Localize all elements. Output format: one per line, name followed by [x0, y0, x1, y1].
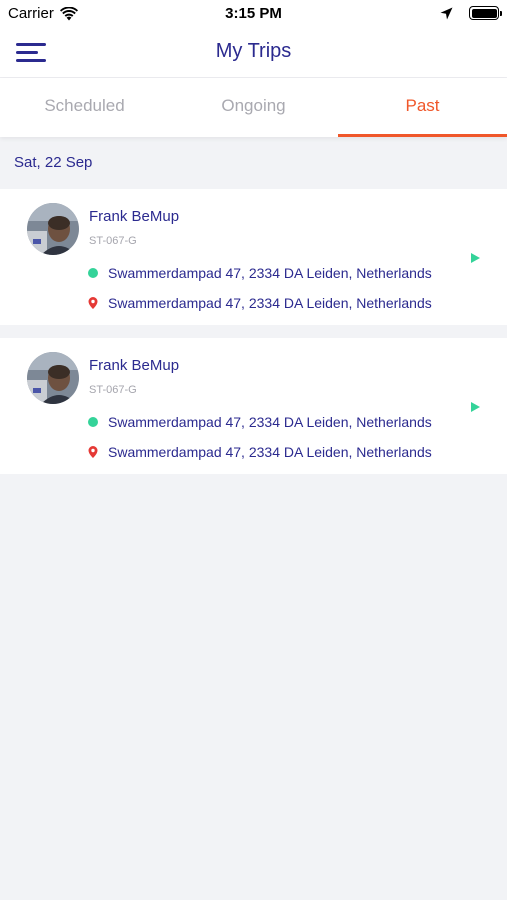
dropoff-address: Swammerdampad 47, 2334 DA Leiden, Nether… — [108, 295, 432, 311]
date-section-header: Sat, 22 Sep — [14, 154, 93, 171]
pickup-row: Swammerdampad 47, 2334 DA Leiden, Nether… — [88, 265, 432, 281]
tab-ongoing[interactable]: Ongoing — [169, 78, 338, 137]
battery-nub — [500, 11, 502, 16]
play-icon[interactable] — [471, 253, 480, 263]
battery-level — [471, 8, 497, 18]
license-plate: ST-067-G — [89, 384, 137, 396]
status-right-group — [440, 6, 502, 20]
trip-card[interactable]: Frank BeMup ST-067-G Swammerdampad 47, 2… — [0, 338, 507, 474]
page-title: My Trips — [215, 40, 292, 62]
trip-tabs: Scheduled Ongoing Past — [0, 78, 507, 137]
dropoff-row: Swammerdampad 47, 2334 DA Leiden, Nether… — [88, 444, 432, 460]
pickup-address: Swammerdampad 47, 2334 DA Leiden, Nether… — [108, 414, 432, 430]
clock: 3:15 PM — [225, 5, 282, 22]
status-bar: Carrier 3:15 PM — [0, 0, 507, 28]
battery-icon — [469, 6, 502, 20]
license-plate: ST-067-G — [89, 235, 137, 247]
pickup-address: Swammerdampad 47, 2334 DA Leiden, Nether… — [108, 265, 432, 281]
map-pin-icon — [88, 446, 98, 458]
driver-name: Frank BeMup — [89, 357, 180, 374]
map-pin-icon — [88, 297, 98, 309]
nav-bar: My Trips — [0, 28, 507, 78]
pickup-row: Swammerdampad 47, 2334 DA Leiden, Nether… — [88, 414, 432, 430]
tab-past[interactable]: Past — [338, 78, 507, 137]
location-arrow-icon — [440, 7, 453, 19]
driver-name: Frank BeMup — [89, 208, 180, 225]
dropoff-row: Swammerdampad 47, 2334 DA Leiden, Nether… — [88, 295, 432, 311]
pickup-dot-icon — [88, 268, 98, 278]
dropoff-address: Swammerdampad 47, 2334 DA Leiden, Nether… — [108, 444, 432, 460]
pickup-dot-icon — [88, 417, 98, 427]
tab-scheduled[interactable]: Scheduled — [0, 78, 169, 137]
play-icon[interactable] — [471, 402, 480, 412]
trip-card[interactable]: Frank BeMup ST-067-G Swammerdampad 47, 2… — [0, 189, 507, 325]
driver-avatar — [27, 203, 79, 255]
driver-avatar — [27, 352, 79, 404]
